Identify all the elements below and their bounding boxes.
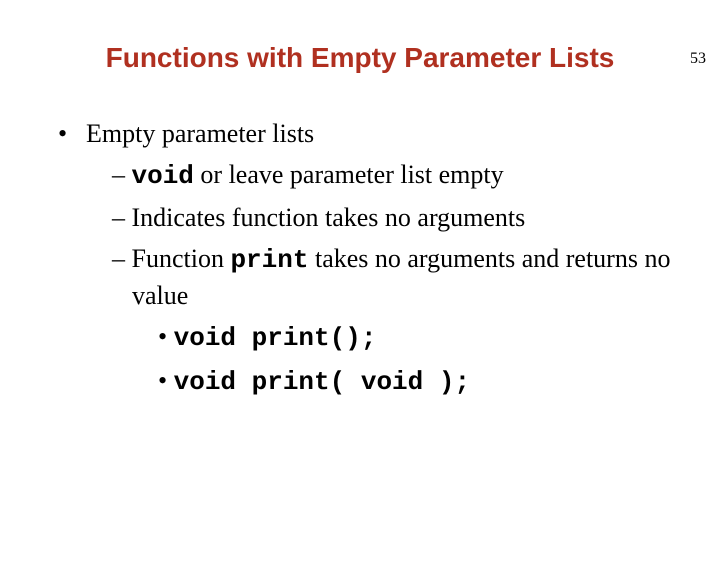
code-example: void print( void ); <box>174 367 470 397</box>
code-example: void print(); <box>174 323 377 353</box>
slide-title: Functions with Empty Parameter Lists <box>0 42 720 74</box>
dash-icon: – <box>112 203 132 232</box>
bullet-text-pre: Function <box>132 244 231 273</box>
bullet-dot-icon: • <box>58 116 86 151</box>
code-print: print <box>230 245 308 275</box>
bullet-level1: •Empty parameter lists <box>58 116 680 151</box>
code-void: void <box>132 161 194 191</box>
bullet-text: Indicates function takes no arguments <box>132 203 526 232</box>
bullet-level2: – Indicates function takes no arguments <box>78 200 680 235</box>
dash-icon: – <box>112 160 132 189</box>
bullet-dot-icon: • <box>158 322 174 351</box>
bullet-dot-icon: • <box>158 366 174 395</box>
bullet-text: Empty parameter lists <box>86 119 314 148</box>
dash-icon: – <box>112 244 132 273</box>
bullet-level2: – void or leave parameter list empty <box>78 157 680 194</box>
bullet-level3: • void print(); <box>76 319 680 356</box>
bullet-text: or leave parameter list empty <box>194 160 504 189</box>
bullet-level3: • void print( void ); <box>76 363 680 400</box>
slide-body: •Empty parameter lists – void or leave p… <box>0 116 720 400</box>
slide: 53 Functions with Empty Parameter Lists … <box>0 42 720 582</box>
bullet-level2: – Function print takes no arguments and … <box>78 241 680 313</box>
page-number: 53 <box>690 50 706 68</box>
